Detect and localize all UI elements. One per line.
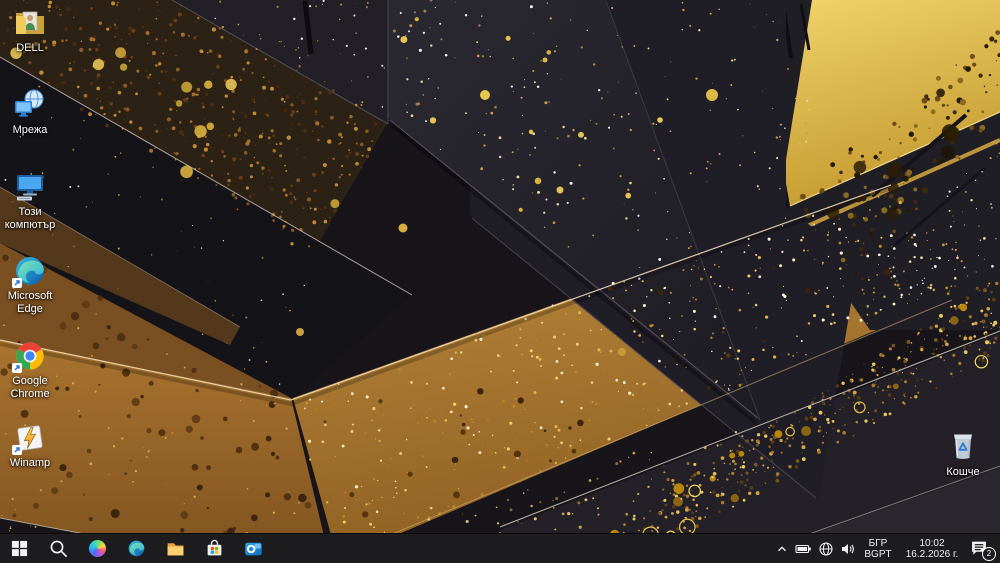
clock[interactable]: 10:02 16.2.2026 г.	[900, 538, 964, 560]
desktop: DELL Мрежа Този компютър Microsoft Edge …	[0, 0, 1000, 563]
taskbar: БГР BGPT 10:02 16.2.2026 г. 2	[0, 533, 1000, 563]
speaker-icon	[842, 543, 854, 554]
system-tray: БГР BGPT 10:02 16.2.2026 г. 2	[775, 534, 1000, 563]
language-indicator[interactable]: БГР BGPT	[862, 538, 894, 560]
desktop-icon-chrome[interactable]: Google Chrome	[1, 339, 59, 401]
keyboard-layout: BGPT	[864, 548, 892, 560]
store-bag-icon	[207, 539, 222, 556]
folder-icon	[167, 543, 184, 556]
shortcut-arrow-icon	[12, 363, 22, 373]
battery-indicator[interactable]	[795, 541, 812, 557]
action-center-button[interactable]: 2	[970, 540, 996, 561]
desktop-icon-label: Кошче	[946, 466, 980, 478]
recycle-bin-icon	[954, 434, 972, 459]
battery-icon	[795, 544, 811, 553]
windows-logo-icon	[11, 540, 28, 557]
wallpaper	[0, 0, 1000, 563]
desktop-icon-label: Мрежа	[12, 124, 48, 136]
shortcut-arrow-icon	[12, 278, 22, 288]
tray-time: 10:02	[919, 537, 945, 549]
copilot-button[interactable]	[78, 534, 117, 563]
desktop-icon-this-pc[interactable]: Този компютър	[1, 170, 59, 232]
desktop-icon-label: Winamp	[9, 457, 51, 469]
outlook-button[interactable]	[234, 534, 273, 563]
tray-overflow-button[interactable]	[775, 542, 789, 556]
desktop-icon-label: Microsoft Edge	[7, 290, 53, 315]
volume-indicator[interactable]	[840, 541, 856, 557]
desktop-icon-label: Google Chrome	[10, 375, 50, 400]
desktop-icon-dell[interactable]: DELL	[1, 6, 59, 55]
tray-date: 16.2.2026 г.	[905, 548, 959, 560]
desktop-icon-label: DELL	[16, 42, 44, 54]
file-explorer-button[interactable]	[156, 534, 195, 563]
network-globe-icon	[819, 541, 833, 556]
edge-taskbar-button[interactable]	[117, 534, 156, 563]
computer-monitor-icon	[17, 175, 43, 201]
desktop-icon-recycle-bin[interactable]: Кошче	[934, 424, 992, 479]
chevron-up-icon	[778, 545, 786, 551]
shortcut-arrow-icon	[12, 445, 22, 455]
desktop-icon-label: Този компютър	[4, 206, 56, 231]
user-folder-icon	[16, 11, 44, 34]
search-icon	[50, 540, 67, 557]
notification-badge: 2	[982, 546, 996, 561]
language-abbrev: БГР	[868, 537, 888, 549]
microsoft-store-button[interactable]	[195, 534, 234, 563]
network-globe-icon	[15, 89, 44, 117]
network-indicator[interactable]	[818, 541, 834, 557]
edge-logo-icon	[128, 540, 145, 557]
search-button[interactable]	[39, 534, 78, 563]
copilot-icon	[89, 540, 106, 557]
desktop-icon-network[interactable]: Мрежа	[1, 88, 59, 137]
start-button[interactable]	[0, 534, 39, 563]
desktop-icon-edge[interactable]: Microsoft Edge	[1, 254, 59, 316]
outlook-icon	[245, 542, 262, 556]
desktop-icon-winamp[interactable]: Winamp	[1, 421, 59, 470]
